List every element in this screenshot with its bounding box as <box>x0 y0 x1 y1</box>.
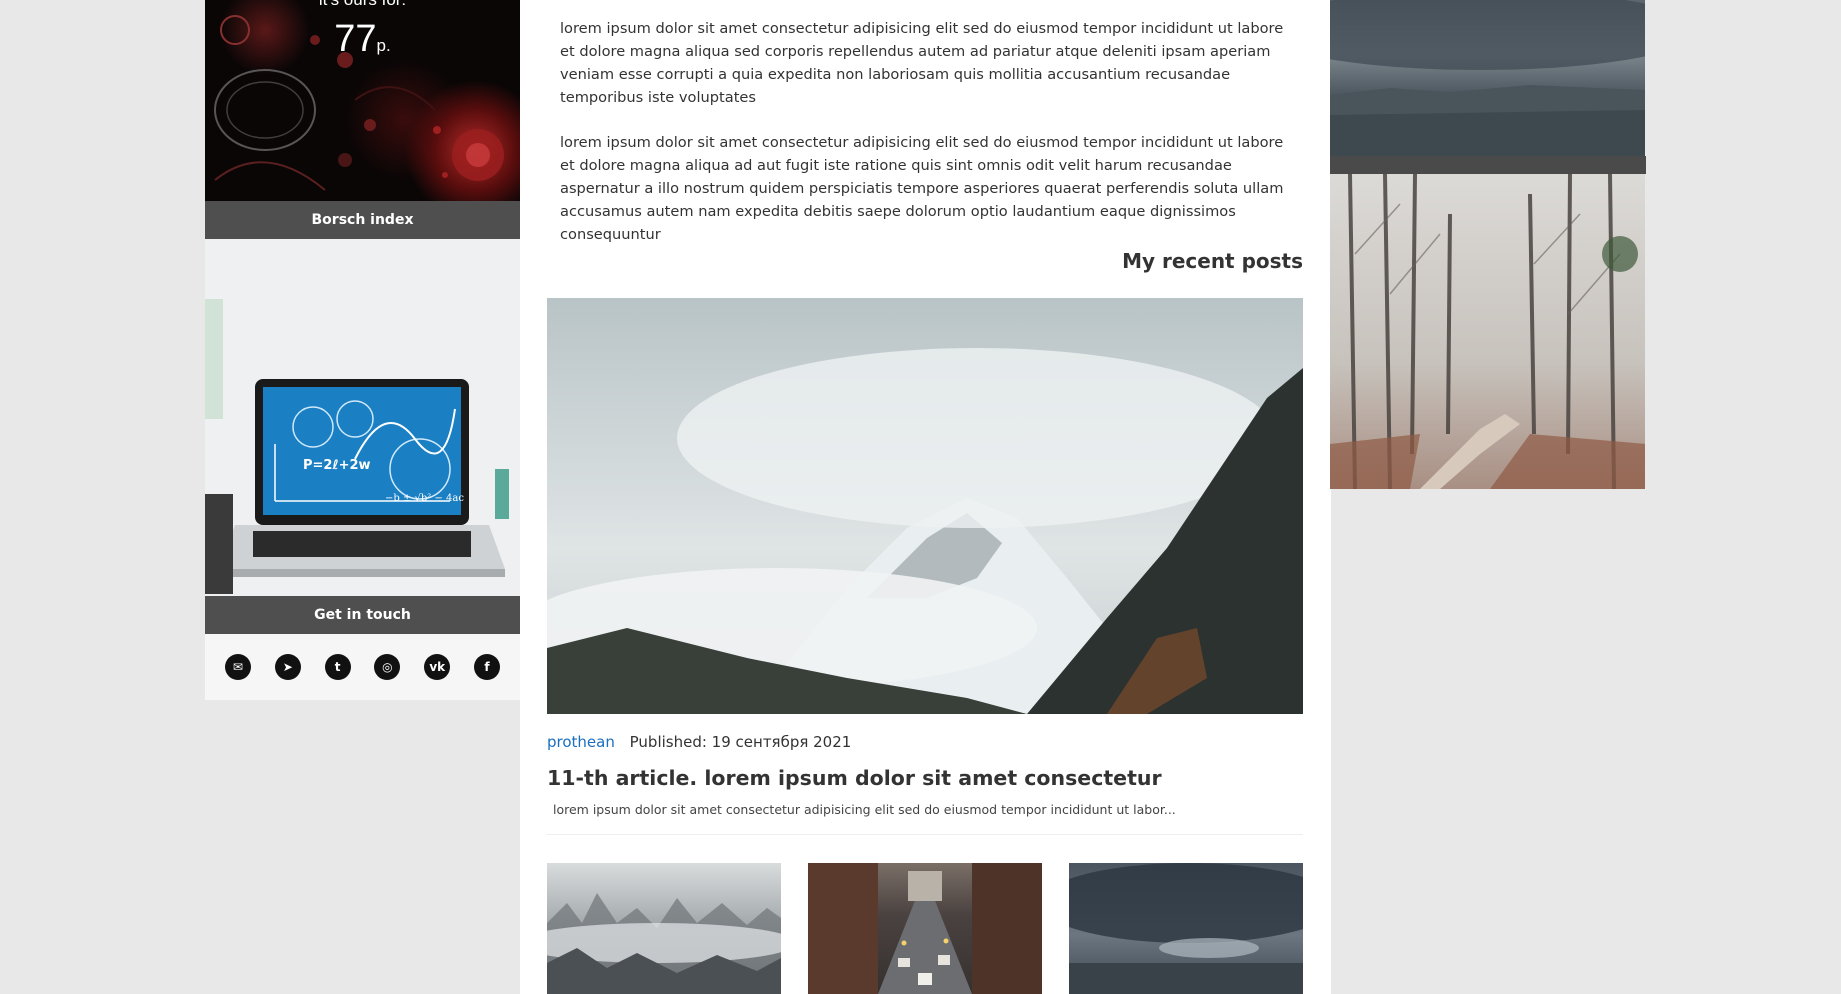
mountain-illustration <box>547 298 1303 714</box>
post-title-link[interactable]: 11-th article. lorem ipsum dolor sit ame… <box>547 766 1162 790</box>
svg-text:−b ± √b² − 4ac: −b ± √b² − 4ac <box>385 493 464 504</box>
borsch-caption: it's ours for: <box>205 0 520 10</box>
instagram-icon[interactable]: ◎ <box>374 654 401 680</box>
left-sidebar: it's ours for: 77p. Borsch index P=2ℓ+2w… <box>205 0 520 700</box>
recent-posts-heading: My recent posts <box>1122 249 1303 273</box>
svg-text:P=2ℓ+2w: P=2ℓ+2w <box>303 458 371 473</box>
forest-road-image[interactable] <box>1330 174 1645 489</box>
post-thumbnail-foggy-forest[interactable] <box>547 863 781 994</box>
right-sidebar <box>1330 0 1646 489</box>
telegram-icon[interactable]: ➤ <box>274 654 301 680</box>
main-content: lorem ipsum dolor sit amet consectetur a… <box>520 0 1331 994</box>
featured-post-image[interactable] <box>547 298 1303 714</box>
borsch-price-unit: p. <box>376 36 391 55</box>
sea-image[interactable] <box>1330 0 1645 156</box>
post-thumbnail-stormy-sea[interactable] <box>1069 863 1303 994</box>
sea-caption-bar <box>1330 156 1646 174</box>
borsch-price: 77p. <box>205 18 520 61</box>
post-author-link[interactable]: prothean <box>547 733 615 751</box>
borsch-index-image[interactable]: it's ours for: 77p. <box>205 0 520 201</box>
get-in-touch-bar: Get in touch <box>205 596 520 634</box>
borsch-price-value: 77 <box>334 18 377 60</box>
vk-icon[interactable]: vk <box>424 654 451 680</box>
social-links: ✉ ➤ t ◎ vk f <box>205 634 520 700</box>
post-thumbnail-city-street[interactable] <box>808 863 1042 994</box>
post-excerpt: lorem ipsum dolor sit amet consectetur a… <box>553 802 1176 817</box>
laptop-image[interactable]: P=2ℓ+2w −b ± √b² − 4ac <box>205 239 520 596</box>
sea-illustration <box>1330 0 1645 156</box>
laptop-illustration: P=2ℓ+2w −b ± √b² − 4ac <box>205 239 520 596</box>
borsch-index-bar[interactable]: Borsch index <box>205 201 520 239</box>
twitter-icon[interactable]: t <box>324 654 351 680</box>
intro-paragraph-1: lorem ipsum dolor sit amet consectetur a… <box>560 20 1284 106</box>
forest-road-illustration <box>1330 174 1645 489</box>
intro-paragraph-2: lorem ipsum dolor sit amet consectetur a… <box>560 134 1284 243</box>
post-meta: prothean Published: 19 сентября 2021 <box>547 733 851 751</box>
stormy-sea-illustration <box>1069 863 1303 994</box>
city-street-illustration <box>808 863 1042 994</box>
divider <box>547 834 1303 835</box>
post-published-date: Published: 19 сентября 2021 <box>629 733 852 751</box>
facebook-icon[interactable]: f <box>474 654 501 680</box>
foggy-forest-illustration <box>547 893 781 994</box>
email-icon[interactable]: ✉ <box>224 654 251 680</box>
